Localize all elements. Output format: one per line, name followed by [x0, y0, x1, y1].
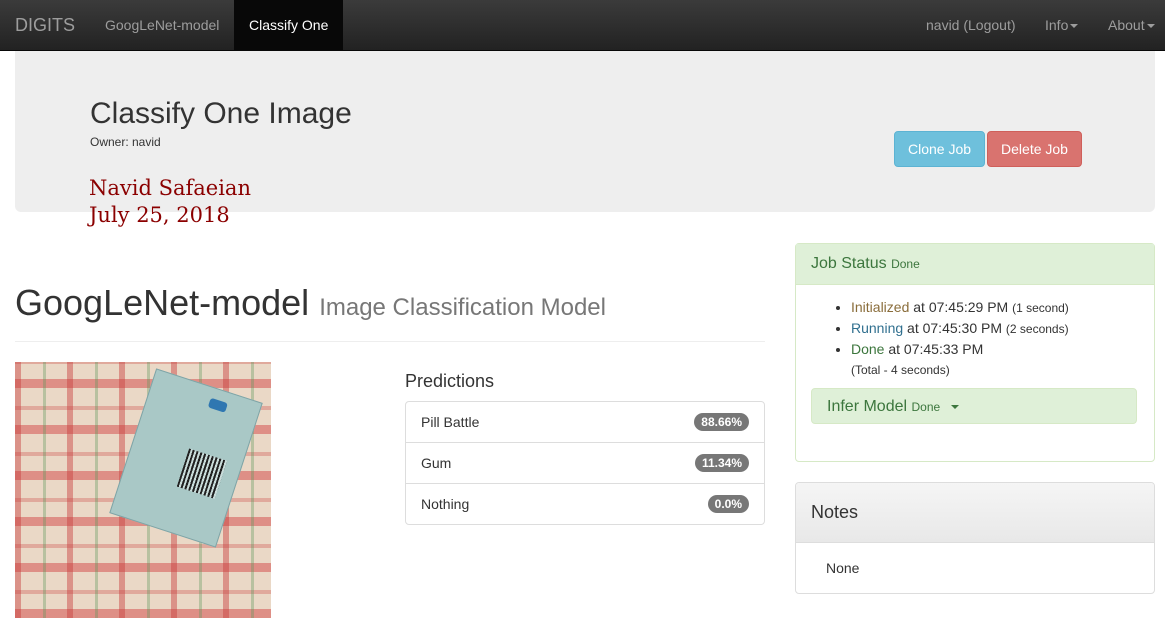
status-time: at 07:45:29 PM — [909, 299, 1013, 315]
status-state: Done — [851, 341, 885, 357]
top-navbar: DIGITS GoogLeNet-model Classify One navi… — [0, 0, 1165, 51]
predictions-heading: Predictions — [405, 371, 495, 391]
prediction-badge: 0.0% — [707, 495, 749, 513]
pack-barcode — [176, 448, 228, 499]
model-heading: GoogLeNet-model Image Classification Mod… — [15, 282, 606, 324]
prediction-item: Pill Battle 88.66% — [406, 402, 764, 442]
status-entry: Running at 07:45:30 PM (2 seconds) — [851, 318, 1069, 339]
status-duration: (2 seconds) — [1005, 322, 1069, 336]
notes-heading: Notes — [796, 483, 1154, 543]
nav-model-link[interactable]: GoogLeNet-model — [105, 0, 219, 50]
delete-job-button[interactable]: Delete Job — [987, 131, 1082, 167]
status-time: at 07:45:33 PM — [884, 341, 984, 357]
prediction-item: Gum 11.34% — [406, 442, 764, 483]
model-type: Image Classification Model — [319, 294, 606, 321]
info-dropdown[interactable]: Info — [1045, 0, 1079, 50]
caret-down-icon — [1146, 24, 1155, 29]
divider — [15, 341, 765, 342]
job-status-panel: Job Status Done Initialized at 07:45:29 … — [795, 243, 1155, 462]
notes-body: None — [826, 560, 860, 576]
clone-job-button[interactable]: Clone Job — [894, 131, 985, 167]
prediction-label: Nothing — [421, 496, 470, 512]
signature-date: July 25, 2018 — [89, 203, 230, 227]
infer-model-dropdown[interactable]: Infer Model Done — [811, 388, 1137, 424]
nav-classify-one-link[interactable]: Classify One — [234, 0, 344, 50]
job-status-state: Done — [891, 257, 920, 271]
status-timeline: Initialized at 07:45:29 PM (1 second) Ru… — [836, 297, 1069, 380]
model-name: GoogLeNet-model — [15, 282, 310, 323]
status-state: Initialized — [851, 299, 910, 315]
logout-link[interactable]: navid (Logout) — [926, 0, 1016, 50]
classified-image — [15, 362, 271, 618]
status-entry: Initialized at 07:45:29 PM (1 second) — [851, 297, 1069, 318]
status-entry: Done at 07:45:33 PM (Total - 4 seconds) — [851, 339, 1069, 380]
info-label: Info — [1045, 17, 1069, 33]
caret-down-icon — [1070, 24, 1079, 29]
prediction-badge: 88.66% — [694, 413, 749, 431]
infer-model-label: Infer Model — [827, 398, 908, 415]
prediction-badge: 11.34% — [694, 454, 749, 472]
status-state: Running — [851, 320, 904, 336]
status-total: (Total - 4 seconds) — [851, 363, 950, 377]
caret-down-icon — [950, 404, 959, 409]
notes-panel: Notes None — [795, 482, 1155, 594]
pack-logo — [207, 397, 228, 413]
about-label: About — [1108, 17, 1145, 33]
about-dropdown[interactable]: About — [1108, 0, 1155, 50]
pill-pack-photo — [109, 368, 263, 548]
status-duration: (1 second) — [1012, 301, 1069, 315]
infer-model-state: Done — [911, 400, 941, 414]
status-time: at 07:45:30 PM — [903, 320, 1006, 336]
page-header: Classify One Image Owner: navid Navid Sa… — [15, 51, 1155, 227]
job-status-heading: Job Status Done — [796, 244, 1154, 285]
prediction-label: Pill Battle — [421, 414, 480, 430]
page-title: Classify One Image — [90, 97, 352, 130]
signature-overlay: Navid Safaeian July 25, 2018 — [89, 175, 251, 229]
prediction-item: Nothing 0.0% — [406, 483, 764, 524]
signature-name: Navid Safaeian — [89, 176, 251, 200]
owner-label: Owner: navid — [90, 135, 161, 149]
job-status-title: Job Status — [811, 255, 887, 272]
prediction-label: Gum — [421, 455, 452, 471]
brand-link[interactable]: DIGITS — [15, 15, 75, 36]
predictions-list: Pill Battle 88.66% Gum 11.34% Nothing 0.… — [405, 401, 765, 525]
